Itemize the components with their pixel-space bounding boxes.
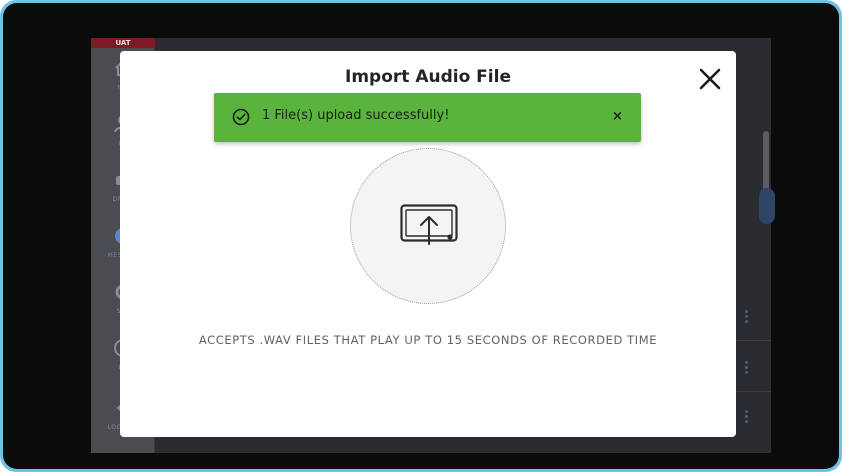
env-badge: UAT <box>91 38 155 48</box>
row-divider <box>731 340 771 341</box>
scrollbar[interactable] <box>763 131 769 191</box>
panel-edge <box>759 188 775 224</box>
upload-dropzone[interactable] <box>350 148 506 304</box>
import-audio-modal: Import Audio File 1 File(s) upload succe… <box>120 51 736 437</box>
upload-screen-icon <box>400 204 458 245</box>
toast-message: 1 File(s) upload successfully! <box>262 108 450 123</box>
row-divider <box>731 391 771 392</box>
accepted-files-hint: ACCEPTS .WAV FILES THAT PLAY UP TO 15 SE… <box>198 333 658 347</box>
row-menu-icon[interactable] <box>745 361 749 375</box>
row-menu-icon[interactable] <box>745 410 749 424</box>
toast-close-button[interactable]: × <box>612 109 623 125</box>
row-menu-icon[interactable] <box>745 310 749 324</box>
success-toast: 1 File(s) upload successfully! × <box>214 93 641 142</box>
modal-title: Import Audio File <box>345 67 511 87</box>
close-icon[interactable] <box>696 65 724 93</box>
check-circle-icon <box>232 108 250 126</box>
